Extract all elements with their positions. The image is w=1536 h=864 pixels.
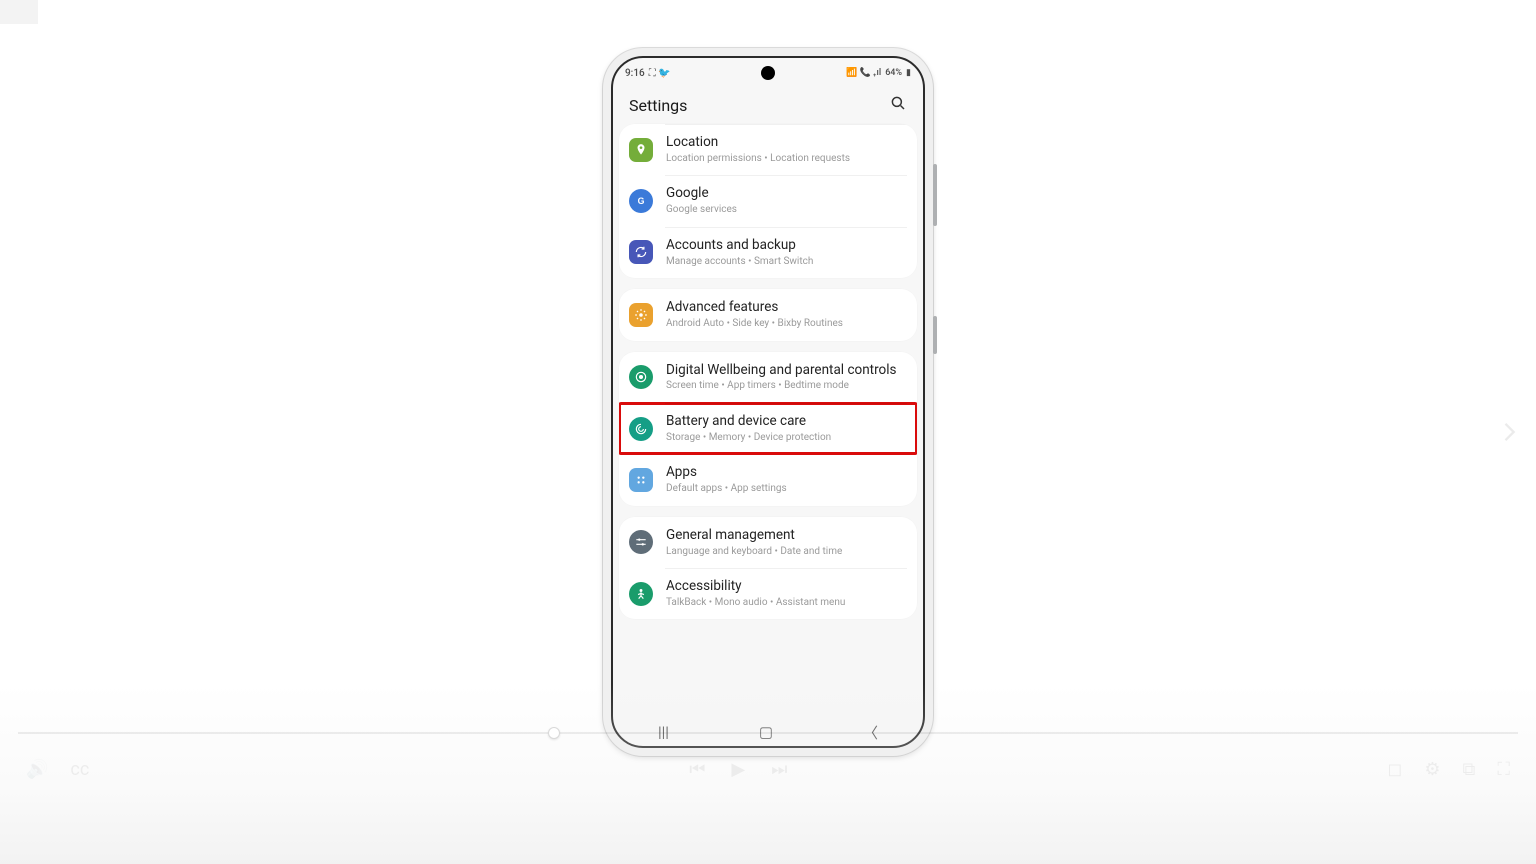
settings-card: Advanced featuresAndroid Auto • Side key… [619, 289, 917, 340]
row-title: Apps [666, 464, 787, 481]
settings-card: LocationLocation permissions • Location … [619, 124, 917, 278]
progress-thumb[interactable] [548, 727, 560, 739]
settings-row-battery-icon [629, 417, 653, 441]
app-header: Settings [613, 82, 923, 124]
settings-card: Digital Wellbeing and parental controlsS… [619, 352, 917, 506]
row-subtitle: Language and keyboard • Date and time [666, 545, 842, 559]
settings-card: General managementLanguage and keyboard … [619, 517, 917, 620]
row-text: AccessibilityTalkBack • Mono audio • Ass… [666, 578, 845, 609]
status-left-icons: ⛶ 🐦 [649, 68, 671, 79]
row-text: AppsDefault apps • App settings [666, 464, 787, 495]
pip-icon[interactable]: ⧉ [1463, 759, 1476, 789]
row-subtitle: Default apps • App settings [666, 482, 787, 496]
row-title: Digital Wellbeing and parental controls [666, 362, 896, 379]
row-subtitle: Storage • Memory • Device protection [666, 431, 831, 445]
row-title: Accounts and backup [666, 237, 813, 254]
settings-row-google-icon: G [629, 189, 653, 213]
video-progress[interactable] [18, 732, 1518, 734]
row-text: GoogleGoogle services [666, 185, 737, 216]
settings-list[interactable]: LocationLocation permissions • Location … [613, 124, 923, 619]
settings-row-general[interactable]: General managementLanguage and keyboard … [619, 517, 917, 568]
fwd-icon[interactable]: ⏭ [771, 759, 787, 789]
settings-row-accessibility-icon [629, 582, 653, 606]
settings-row-accounts-icon [629, 240, 653, 264]
prev-icon[interactable]: ⏮ [689, 759, 705, 789]
row-subtitle: TalkBack • Mono audio • Assistant menu [666, 596, 845, 610]
row-title: Google [666, 185, 737, 202]
battery-icon: ▮ [906, 68, 911, 78]
row-text: Digital Wellbeing and parental controlsS… [666, 362, 896, 393]
row-text: Battery and device careStorage • Memory … [666, 413, 831, 444]
settings-row-accessibility[interactable]: AccessibilityTalkBack • Mono audio • Ass… [619, 568, 917, 619]
row-title: Accessibility [666, 578, 845, 595]
row-subtitle: Manage accounts • Smart Switch [666, 255, 813, 269]
status-right-icons: 📶 📞 ₊ıl [846, 68, 881, 78]
row-text: General managementLanguage and keyboard … [666, 527, 842, 558]
fullscreen-icon[interactable]: ⛶ [1497, 759, 1510, 789]
volume-icon[interactable]: 🔊 [26, 759, 48, 789]
status-battery-pct: 64% [885, 68, 902, 78]
settings-row-apps-icon [629, 468, 653, 492]
svg-text:G: G [638, 196, 645, 206]
row-title: Advanced features [666, 299, 843, 316]
settings-row-advanced-icon [629, 303, 653, 327]
settings-row-location[interactable]: LocationLocation permissions • Location … [619, 124, 917, 175]
settings-row-apps[interactable]: AppsDefault apps • App settings [619, 454, 917, 505]
next-chevron[interactable] [1482, 405, 1536, 459]
settings-row-wellbeing-icon [629, 365, 653, 389]
play-icon[interactable]: ▶ [731, 759, 745, 789]
row-text: Advanced featuresAndroid Auto • Side key… [666, 299, 843, 330]
page-title: Settings [629, 96, 687, 115]
corner-decoration [0, 0, 38, 24]
row-subtitle: Screen time • App timers • Bedtime mode [666, 379, 896, 393]
phone-frame: 9:16 ⛶ 🐦 📶 📞 ₊ıl 64% ▮ Settings Location… [603, 48, 933, 756]
status-time: 9:16 [625, 68, 645, 79]
bookmark-icon[interactable]: ◻ [1387, 759, 1402, 789]
cc-icon[interactable]: cc [70, 759, 89, 789]
volume-button [933, 164, 937, 226]
row-text: LocationLocation permissions • Location … [666, 134, 850, 165]
settings-row-battery[interactable]: Battery and device careStorage • Memory … [619, 403, 917, 454]
settings-row-general-icon [629, 530, 653, 554]
settings-row-accounts[interactable]: Accounts and backupManage accounts • Sma… [619, 227, 917, 278]
row-subtitle: Google services [666, 203, 737, 217]
phone-screen: 9:16 ⛶ 🐦 📶 📞 ₊ıl 64% ▮ Settings Location… [611, 56, 925, 748]
settings-row-wellbeing[interactable]: Digital Wellbeing and parental controlsS… [619, 352, 917, 403]
row-subtitle: Android Auto • Side key • Bixby Routines [666, 317, 843, 331]
row-title: Location [666, 134, 850, 151]
row-text: Accounts and backupManage accounts • Sma… [666, 237, 813, 268]
settings-row-advanced[interactable]: Advanced featuresAndroid Auto • Side key… [619, 289, 917, 340]
power-button [933, 316, 937, 354]
row-subtitle: Location permissions • Location requests [666, 152, 850, 166]
row-title: Battery and device care [666, 413, 831, 430]
settings-icon[interactable]: ⚙ [1424, 759, 1440, 789]
player-controls: 🔊 cc ⏮ ▶ ⏭ ◻ ⚙ ⧉ ⛶ [0, 759, 1536, 789]
settings-row-google[interactable]: G GoogleGoogle services [619, 175, 917, 226]
row-title: General management [666, 527, 842, 544]
search-icon[interactable] [889, 94, 907, 116]
settings-row-location-icon [629, 138, 653, 162]
camera-cutout [761, 66, 775, 80]
